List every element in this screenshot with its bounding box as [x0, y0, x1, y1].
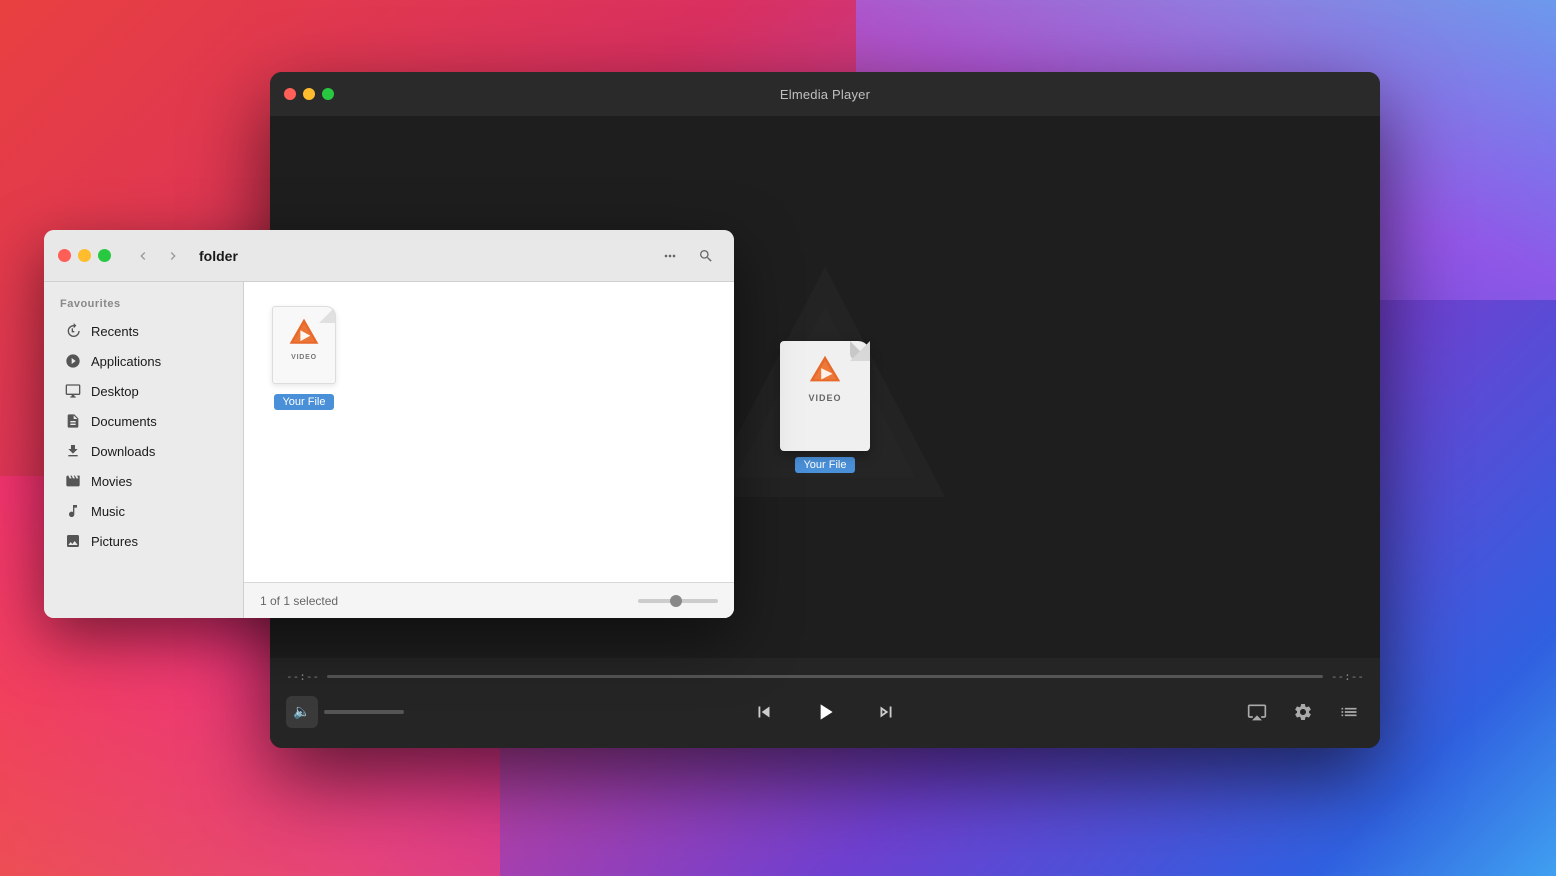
center-controls: [748, 691, 902, 733]
file-item-your-file[interactable]: VIDEO Your File: [264, 302, 344, 410]
finder-window: folder Favourites Recents: [44, 230, 734, 618]
finder-titlebar: folder: [44, 230, 734, 282]
pictures-icon: [64, 532, 82, 550]
player-title: Elmedia Player: [780, 87, 870, 102]
sidebar-item-movies[interactable]: Movies: [50, 466, 237, 496]
finder-sidebar: Favourites Recents Applications Desktop: [44, 282, 244, 618]
player-file-logo: [806, 351, 844, 389]
finder-statusbar: 1 of 1 selected: [244, 582, 734, 618]
sidebar-label-music: Music: [91, 504, 125, 519]
player-titlebar: Elmedia Player: [270, 72, 1380, 116]
desktop-icon: [64, 382, 82, 400]
sidebar-label-desktop: Desktop: [91, 384, 139, 399]
player-controls: --:-- --:-- 🔈: [270, 658, 1380, 748]
prev-track-button[interactable]: [748, 696, 780, 728]
sidebar-item-music[interactable]: Music: [50, 496, 237, 526]
finder-folder-name: folder: [199, 248, 648, 264]
player-minimize-btn[interactable]: [303, 88, 315, 100]
player-file-type: VIDEO: [808, 393, 841, 403]
volume-group: 🔈: [286, 696, 404, 728]
finder-toolbar-right: [656, 242, 720, 270]
finder-files: VIDEO Your File: [244, 282, 734, 582]
file-paper: VIDEO: [272, 306, 336, 384]
progress-bar-row: --:-- --:--: [286, 658, 1364, 683]
sidebar-label-downloads: Downloads: [91, 444, 155, 459]
finder-minimize-btn[interactable]: [78, 249, 91, 262]
volume-slider[interactable]: [324, 710, 404, 714]
sidebar-label-recents: Recents: [91, 324, 139, 339]
volume-button[interactable]: 🔈: [286, 696, 318, 728]
volume-icon: 🔈: [293, 703, 310, 720]
size-slider-thumb[interactable]: [670, 595, 682, 607]
player-maximize-btn[interactable]: [322, 88, 334, 100]
sidebar-section-favourites: Favourites: [44, 294, 243, 316]
sidebar-item-desktop[interactable]: Desktop: [50, 376, 237, 406]
recents-icon: [64, 322, 82, 340]
finder-body: Favourites Recents Applications Desktop: [44, 282, 734, 618]
downloads-icon: [64, 442, 82, 460]
sidebar-label-movies: Movies: [91, 474, 132, 489]
finder-forward-button[interactable]: [159, 242, 187, 270]
play-button[interactable]: [804, 691, 846, 733]
applications-icon: [64, 352, 82, 370]
player-close-btn[interactable]: [284, 88, 296, 100]
finder-search-button[interactable]: [692, 242, 720, 270]
music-icon: [64, 502, 82, 520]
sidebar-label-documents: Documents: [91, 414, 157, 429]
controls-row: 🔈: [286, 683, 1364, 748]
player-file-name: Your File: [795, 457, 854, 473]
finder-close-btn[interactable]: [58, 249, 71, 262]
finder-nav-buttons: [129, 242, 187, 270]
sidebar-item-applications[interactable]: Applications: [50, 346, 237, 376]
time-end: --:--: [1331, 670, 1364, 683]
selection-status: 1 of 1 selected: [260, 594, 338, 608]
settings-button[interactable]: [1288, 697, 1318, 727]
finder-back-button[interactable]: [129, 242, 157, 270]
file-icon-wrapper: VIDEO: [268, 302, 340, 388]
airplay-button[interactable]: [1242, 697, 1272, 727]
player-file-paper: VIDEO: [780, 341, 870, 451]
sidebar-item-downloads[interactable]: Downloads: [50, 436, 237, 466]
sidebar-item-pictures[interactable]: Pictures: [50, 526, 237, 556]
movies-icon: [64, 472, 82, 490]
sidebar-item-documents[interactable]: Documents: [50, 406, 237, 436]
player-file-icon: VIDEO Your File: [780, 341, 870, 473]
size-slider[interactable]: [638, 599, 718, 603]
playlist-button[interactable]: [1334, 697, 1364, 727]
size-slider-track[interactable]: [638, 599, 718, 603]
finder-maximize-btn[interactable]: [98, 249, 111, 262]
sidebar-label-pictures: Pictures: [91, 534, 138, 549]
sidebar-label-applications: Applications: [91, 354, 161, 369]
player-traffic-lights: [284, 88, 334, 100]
file-type-label: VIDEO: [291, 354, 317, 361]
time-start: --:--: [286, 670, 319, 683]
file-logo-icon: [286, 315, 322, 351]
next-track-button[interactable]: [870, 696, 902, 728]
finder-view-options-btn[interactable]: [656, 242, 684, 270]
progress-track[interactable]: [327, 675, 1323, 678]
documents-icon: [64, 412, 82, 430]
finder-traffic-lights: [58, 249, 111, 262]
right-controls: [1242, 697, 1364, 727]
sidebar-item-recents[interactable]: Recents: [50, 316, 237, 346]
finder-content: VIDEO Your File 1 of 1 selected: [244, 282, 734, 618]
file-name-badge: Your File: [274, 394, 333, 410]
